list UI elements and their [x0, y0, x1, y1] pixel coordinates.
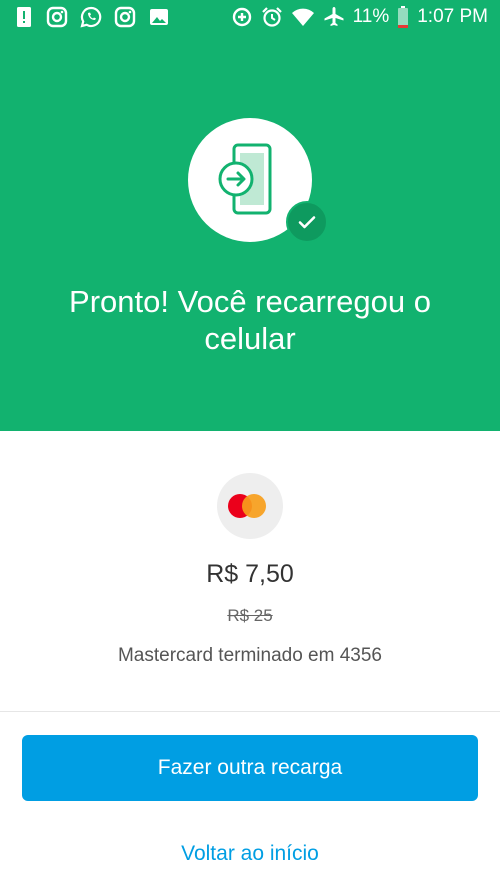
clock-time: 1:07 PM — [417, 6, 488, 27]
card-description: Mastercard terminado em 4356 — [117, 645, 382, 666]
battery-icon — [397, 6, 409, 28]
battery-percent: 11% — [352, 6, 390, 27]
instagram-icon-2 — [114, 6, 136, 28]
mastercard-icon — [217, 473, 283, 539]
original-amount: R$ 25 — [227, 606, 273, 625]
mastercard-orange-circle — [242, 494, 266, 518]
success-check-badge — [286, 201, 328, 243]
whatsapp-icon — [80, 6, 102, 28]
success-title: Pronto! Você recarregou o celular — [0, 283, 500, 357]
status-bar: 11% 1:07 PM — [0, 0, 500, 34]
success-header: 11% 1:07 PM Pronto! Você recarregou o ce… — [0, 0, 500, 431]
back-to-home-link[interactable]: Voltar ao início — [0, 842, 500, 866]
success-title-line-2: celular — [204, 321, 296, 356]
wifi-icon — [291, 6, 315, 28]
system-status: 11% 1:07 PM — [231, 6, 488, 28]
image-icon — [148, 6, 170, 28]
paid-amount: R$ 7,50 — [206, 560, 294, 588]
airplane-icon — [323, 6, 345, 28]
alarm-icon — [261, 6, 283, 28]
data-saver-icon — [231, 6, 253, 28]
success-title-line-1: Pronto! Você recarregou o — [69, 284, 431, 319]
instagram-icon — [46, 6, 68, 28]
new-recharge-button[interactable]: Fazer outra recarga — [22, 735, 478, 801]
notification-icons — [14, 6, 170, 28]
alert-icon — [14, 6, 34, 28]
divider — [0, 711, 500, 712]
check-icon — [298, 216, 316, 229]
